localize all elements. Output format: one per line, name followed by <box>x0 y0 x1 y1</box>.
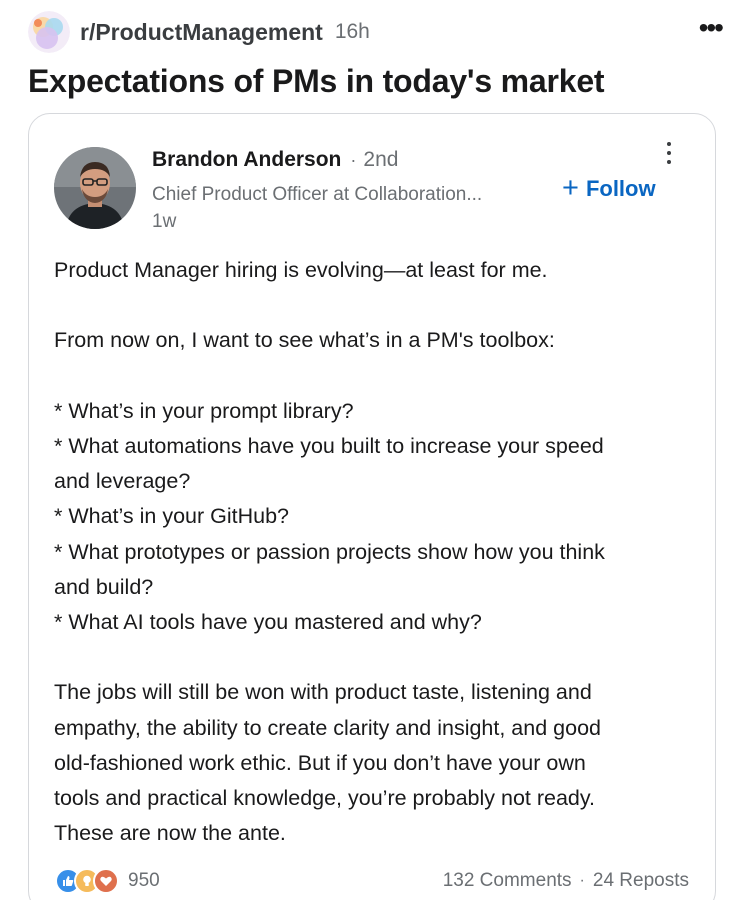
follow-label: Follow <box>585 175 656 201</box>
body-line: Product Manager hiring is evolving—at le… <box>54 258 548 282</box>
reposts-count[interactable]: 24 Reposts <box>593 870 689 892</box>
body-line: and leverage? <box>54 469 191 494</box>
more-vertical-icon[interactable] <box>667 142 671 164</box>
post-body: Product Manager hiring is evolving—at le… <box>54 253 694 851</box>
body-line: These are now the ante. <box>54 821 286 846</box>
body-line: * What prototypes or passion projects sh… <box>54 539 605 564</box>
post-age: 16h <box>334 20 370 43</box>
author-name[interactable]: Brandon Anderson <box>152 148 341 172</box>
body-line: * What’s in your prompt library? <box>54 398 354 423</box>
author-headline: Chief Product Officer at Collaboration..… <box>152 184 483 205</box>
body-line: From now on, I want to see what’s in a P… <box>54 328 555 353</box>
body-line: empathy, the ability to create clarity a… <box>54 715 601 740</box>
author-avatar[interactable] <box>54 147 136 229</box>
engagement-stats: 132 Comments · 24 Reposts <box>443 870 689 892</box>
post-header: r/ProductManagement 16h ••• <box>28 10 724 54</box>
plus-icon: + <box>562 172 579 204</box>
reactions-summary[interactable]: 950 <box>55 868 160 894</box>
body-line: * What’s in your GitHub? <box>54 504 290 529</box>
degree-separator: · <box>350 150 357 170</box>
more-horizontal-icon[interactable]: ••• <box>699 14 724 42</box>
body-line: tools and practical knowledge, you’re pr… <box>54 786 596 810</box>
follow-button[interactable]: + Follow <box>562 174 656 203</box>
stats-separator: · <box>579 872 585 889</box>
author-row: Brandon Anderson · 2nd <box>152 148 398 172</box>
reaction-count: 950 <box>128 870 160 891</box>
love-reaction-icon <box>93 868 119 894</box>
post-time: 1w <box>152 211 177 232</box>
post-title[interactable]: Expectations of PMs in today's market <box>28 63 605 100</box>
body-line: * What AI tools have you mastered and wh… <box>54 610 482 634</box>
linkedin-embed-card[interactable]: Brandon Anderson · 2nd Chief Product Off… <box>28 113 716 900</box>
subreddit-name[interactable]: r/ProductManagement <box>80 19 323 46</box>
comments-count[interactable]: 132 Comments <box>443 870 572 892</box>
body-line: and build? <box>54 574 154 599</box>
subreddit-icon[interactable] <box>28 11 70 53</box>
body-line: * What automations have you built to inc… <box>54 433 604 458</box>
connection-degree: 2nd <box>363 148 399 171</box>
body-line: old-fashioned work ethic. But if you don… <box>54 750 586 775</box>
body-line: The jobs will still be won with product … <box>54 680 592 705</box>
